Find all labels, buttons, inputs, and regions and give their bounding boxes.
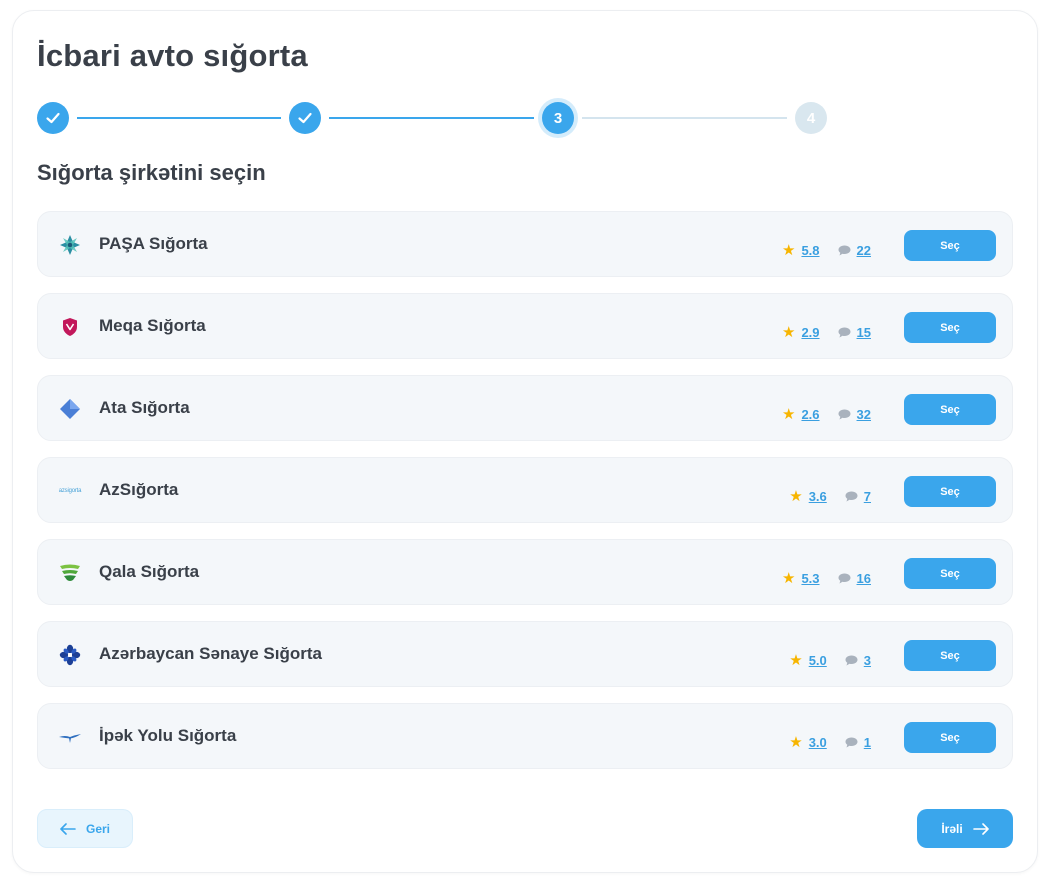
step-3-current: 3 (542, 102, 574, 134)
back-button[interactable]: Geri (37, 809, 133, 848)
star-icon: ★ (789, 734, 803, 751)
rating-link[interactable]: 5.8 (801, 243, 819, 258)
checkmark-icon (46, 112, 60, 124)
star-icon: ★ (782, 570, 796, 587)
company-meta: ★ 2.6 32 (782, 407, 871, 422)
azsigorta-wordmark-logo-icon: azsigorta (56, 479, 84, 503)
pasha-logo-icon (58, 233, 82, 257)
company-meta: ★ 3.6 7 (789, 489, 871, 504)
step-1-completed (37, 102, 69, 134)
rating-link[interactable]: 5.3 (801, 571, 819, 586)
star-icon: ★ (782, 242, 796, 259)
company-name: İpək Yolu Sığorta (99, 726, 237, 745)
company-meta: ★ 2.9 15 (782, 325, 871, 340)
comment-icon (838, 245, 851, 256)
select-company-button[interactable]: Seç (904, 394, 996, 425)
comment-icon (838, 573, 851, 584)
back-button-label: Geri (85, 821, 110, 836)
ipek-yolu-bird-logo-icon (58, 725, 82, 749)
reviews-link[interactable]: 3 (864, 653, 871, 668)
company-meta: ★ 5.0 3 (789, 653, 871, 668)
select-company-button[interactable]: Seç (904, 312, 996, 343)
select-company-button[interactable]: Seç (904, 476, 996, 507)
reviews-link[interactable]: 7 (864, 489, 871, 504)
reviews-link[interactable]: 15 (857, 325, 871, 340)
company-name: AzSığorta (99, 480, 179, 499)
next-button[interactable]: İrəli (917, 809, 1013, 848)
company-name: Ata Sığorta (99, 398, 190, 417)
company-row: Qala Sığorta ★ 5.3 16 Seç (37, 539, 1013, 605)
comment-icon (838, 409, 851, 420)
company-meta: ★ 3.0 1 (789, 735, 871, 750)
company-meta: ★ 5.8 22 (782, 243, 871, 258)
arrow-left-icon (60, 822, 76, 835)
company-row: azsigorta AzSığorta ★ 3.6 7 Seç (37, 457, 1013, 523)
azsigorta-logo-text: azsigorta (58, 488, 82, 494)
company-name: Qala Sığorta (99, 562, 200, 581)
progress-stepper: 3 4 (37, 101, 829, 135)
arrow-right-icon (972, 822, 989, 835)
rating-link[interactable]: 3.0 (809, 735, 827, 750)
rating-link[interactable]: 5.0 (809, 653, 827, 668)
reviews-link[interactable]: 16 (857, 571, 871, 586)
step-connector-3 (582, 117, 787, 119)
comment-icon (838, 327, 851, 338)
step-connector-2 (329, 117, 534, 119)
next-button-label: İrəli (941, 821, 963, 836)
company-name: Azərbaycan Sənaye Sığorta (99, 644, 322, 663)
rating-link[interactable]: 3.6 (809, 489, 827, 504)
sanaye-flower-logo-icon (58, 643, 82, 667)
step-2-completed (289, 102, 321, 134)
company-row: İpək Yolu Sığorta ★ 3.0 1 Seç (37, 703, 1013, 769)
select-company-button[interactable]: Seç (904, 722, 996, 753)
company-meta: ★ 5.3 16 (782, 571, 871, 586)
star-icon: ★ (782, 324, 796, 341)
company-row: Ata Sığorta ★ 2.6 32 Seç (37, 375, 1013, 441)
star-icon: ★ (789, 652, 803, 669)
reviews-link[interactable]: 22 (857, 243, 871, 258)
select-company-button[interactable]: Seç (904, 230, 996, 261)
select-company-button[interactable]: Seç (904, 558, 996, 589)
rating-link[interactable]: 2.9 (801, 325, 819, 340)
company-row: Azərbaycan Sənaye Sığorta ★ 5.0 3 Seç (37, 621, 1013, 687)
star-icon: ★ (789, 488, 803, 505)
reviews-link[interactable]: 1 (864, 735, 871, 750)
star-icon: ★ (782, 406, 796, 423)
reviews-link[interactable]: 32 (857, 407, 871, 422)
comment-icon (845, 491, 858, 502)
meqa-shield-logo-icon (58, 315, 82, 339)
company-row: Meqa Sığorta ★ 2.9 15 Seç (37, 293, 1013, 359)
rating-link[interactable]: 2.6 (801, 407, 819, 422)
comment-icon (845, 655, 858, 666)
ata-diamond-logo-icon (58, 397, 82, 421)
step-4-pending: 4 (795, 102, 827, 134)
checkmark-icon (298, 112, 312, 124)
company-name: PAŞA Sığorta (99, 234, 208, 253)
page-title: İcbari avto sığorta (37, 38, 308, 73)
section-heading: Sığorta şirkətini seçin (37, 160, 266, 185)
qala-logo-icon (58, 561, 82, 585)
company-row: PAŞA Sığorta ★ 5.8 22 Seç (37, 211, 1013, 277)
comment-icon (845, 737, 858, 748)
select-company-button[interactable]: Seç (904, 640, 996, 671)
company-name: Meqa Sığorta (99, 316, 206, 335)
step-connector-1 (77, 117, 281, 119)
